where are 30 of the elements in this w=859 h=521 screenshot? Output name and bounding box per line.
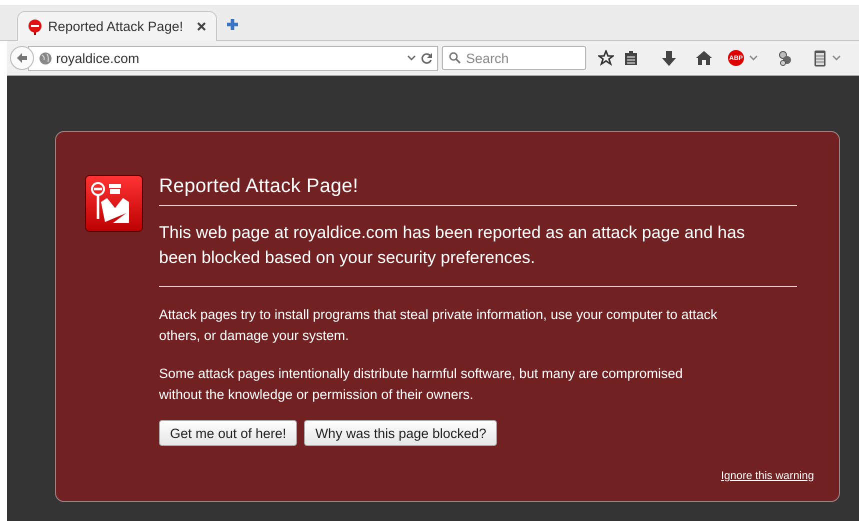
close-icon[interactable] — [197, 22, 206, 31]
home-icon[interactable] — [696, 51, 712, 65]
explanation-paragraph: Some attack pages intentionally distribute harmful software, but many are compromised without the knowledge or permission of their owners. — [159, 365, 684, 404]
back-arrow-icon — [16, 52, 28, 64]
download-arrow-icon[interactable] — [662, 50, 676, 66]
bubbles-icon[interactable] — [778, 50, 792, 66]
search-field[interactable]: Search — [442, 46, 586, 70]
stop-sign-icon — [28, 18, 42, 34]
dropdown-chevron-icon[interactable] — [407, 55, 416, 61]
star-icon[interactable] — [598, 50, 614, 66]
new-tab-icon[interactable] — [226, 18, 239, 31]
back-button[interactable] — [10, 46, 34, 70]
clipboard-list-icon[interactable] — [624, 50, 638, 66]
dropdown-chevron-icon[interactable] — [832, 55, 841, 61]
address-bar[interactable]: royaldice.com — [28, 46, 438, 70]
search-icon — [449, 52, 461, 64]
reload-icon[interactable] — [420, 52, 433, 64]
action-button[interactable]: Why was this page blocked? — [304, 420, 498, 446]
ignore-warning-link[interactable]: Ignore this warning — [721, 470, 814, 482]
warning-message: This web page at royaldice.com has been reported as an attack page and has been blocked based on your security preferences. — [159, 220, 797, 287]
explanation-paragraph: Attack pages try to install programs that steal private information, use your computer to attack others, or damage your system. — [159, 306, 718, 345]
globe-icon — [39, 52, 52, 64]
dropdown-chevron-icon[interactable] — [749, 55, 758, 61]
phone-icon[interactable] — [814, 50, 826, 66]
url-text: royaldice.com — [56, 50, 140, 66]
security-guard-icon — [85, 175, 143, 232]
action-button[interactable]: Get me out of here! — [159, 420, 298, 446]
search-placeholder: Search — [466, 50, 509, 66]
browser-tab[interactable]: Reported Attack Page! — [17, 11, 217, 41]
page-title: Reported Attack Page! — [159, 175, 797, 206]
